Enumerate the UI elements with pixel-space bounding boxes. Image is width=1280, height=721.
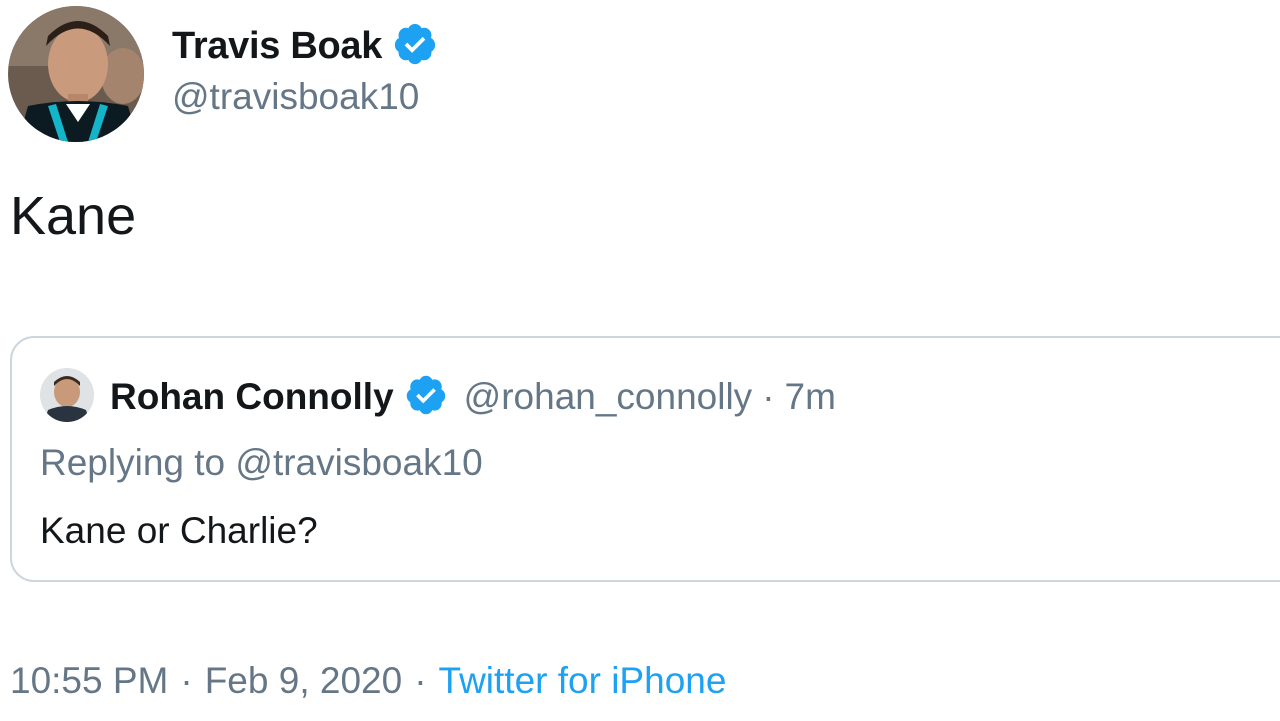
author-handle[interactable]: @travisboak10 — [172, 76, 419, 118]
quoted-tweet-header: Rohan Connolly @rohan_connolly · 7m — [110, 372, 836, 422]
verified-badge-icon — [392, 21, 438, 72]
quoted-tweet[interactable]: Rohan Connolly @rohan_connolly · 7m Repl… — [10, 336, 1280, 582]
tweet-meta: 10:55 PM · Feb 9, 2020 · Twitter for iPhone — [10, 660, 726, 702]
quoted-author-handle[interactable]: @rohan_connolly — [464, 376, 753, 418]
quoted-tweet-time[interactable]: 7m — [785, 376, 836, 418]
separator-dot: · — [414, 660, 427, 701]
tweet-time[interactable]: 10:55 PM — [10, 660, 168, 701]
avatar-photo — [8, 6, 144, 142]
tweet-source-link[interactable]: Twitter for iPhone — [439, 660, 727, 701]
quoted-author-name[interactable]: Rohan Connolly — [110, 376, 394, 418]
author-name[interactable]: Travis Boak — [172, 25, 382, 68]
author-name-row: Travis Boak — [172, 20, 438, 72]
verified-badge-icon — [404, 373, 448, 422]
tweet-text: Kane — [10, 186, 137, 246]
author-avatar[interactable] — [8, 6, 144, 142]
tweet-detail: Travis Boak @travisboak10 Kane Rohan Con… — [0, 0, 1280, 721]
avatar-photo — [40, 368, 94, 422]
separator-dot: · — [762, 376, 775, 417]
separator-dot: · — [180, 660, 193, 701]
replying-to: Replying to @travisboak10 — [40, 442, 483, 483]
quoted-author-avatar[interactable] — [40, 368, 94, 422]
tweet-date[interactable]: Feb 9, 2020 — [205, 660, 402, 701]
quoted-tweet-text: Kane or Charlie? — [40, 510, 318, 551]
